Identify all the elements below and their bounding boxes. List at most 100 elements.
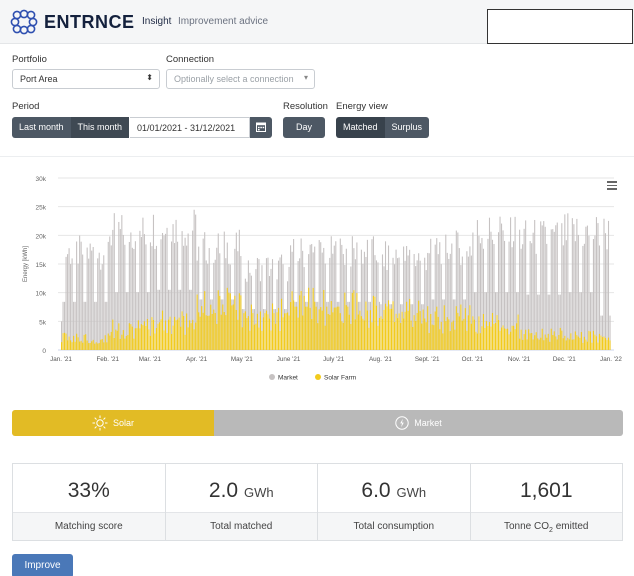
this-month-button[interactable]: This month [70, 117, 130, 138]
solar-bar [360, 316, 362, 350]
solar-bar [540, 337, 542, 350]
solar-bar [466, 330, 468, 350]
solar-bar [86, 340, 88, 350]
improve-button[interactable]: Improve [12, 554, 73, 576]
market-bar [555, 225, 557, 350]
solar-bar [600, 335, 602, 350]
x-tick-label: Sept. '21 [415, 356, 440, 363]
solar-bar [256, 313, 258, 350]
solar-bar [525, 329, 527, 350]
surplus-button[interactable]: Surplus [384, 117, 430, 138]
solar-bar [255, 323, 257, 350]
brand-name: ENTRNCE [44, 12, 135, 32]
market-bar [562, 245, 564, 350]
market-bar [585, 226, 587, 350]
matched-button[interactable]: Matched [336, 117, 385, 138]
x-tick-label: Apr. '21 [186, 356, 208, 363]
solar-bar [531, 333, 533, 350]
solar-bar [208, 315, 210, 350]
solar-bar [329, 314, 331, 350]
solar-bar [315, 306, 317, 350]
tab-solar[interactable]: Solar [12, 410, 214, 436]
solar-bar [552, 335, 554, 350]
solar-bar [433, 325, 435, 350]
x-tick-label: Jan. '21 [50, 356, 72, 363]
calendar-icon [256, 122, 266, 132]
calendar-button[interactable] [250, 117, 272, 138]
solar-bar [181, 311, 183, 350]
stat-label: Tonne CO2 emitted [470, 512, 622, 540]
solar-bar [98, 342, 100, 350]
solar-bar [422, 309, 424, 350]
solar-bar [473, 319, 475, 350]
solar-bar [485, 321, 488, 350]
solar-bar [241, 327, 243, 350]
chart-menu-icon[interactable] [607, 181, 617, 190]
connection-select[interactable]: Optionally select a connection ▾ [166, 69, 315, 89]
solar-bar [160, 319, 162, 350]
solar-bar [514, 329, 516, 350]
solar-bar [332, 312, 334, 350]
solar-bar [335, 307, 337, 350]
nav-insight[interactable]: Insight [142, 16, 171, 27]
solar-bar [152, 320, 155, 350]
solar-bar [570, 333, 572, 350]
market-bar [519, 229, 521, 350]
solar-bar [119, 338, 121, 350]
x-tick-label: Aug. '21 [369, 356, 392, 363]
portfolio-select[interactable]: Port Area ⬍ [12, 69, 160, 89]
solar-bar [101, 339, 103, 350]
market-bar [549, 294, 551, 350]
nav-improvement-advice[interactable]: Improvement advice [178, 16, 268, 27]
solar-bar [262, 317, 265, 350]
solar-bar [133, 338, 135, 350]
solar-bar [70, 340, 72, 350]
user-box[interactable] [487, 9, 633, 44]
solar-bar [574, 331, 576, 350]
solar-bar [104, 335, 106, 350]
market-bar [89, 243, 91, 350]
solar-bar [378, 318, 381, 350]
period-buttons: Last month This month [12, 117, 130, 138]
x-tick-label: Nov. '21 [508, 356, 531, 363]
solar-bar [400, 323, 402, 350]
solar-bar [202, 312, 204, 350]
solar-bar [550, 328, 552, 350]
solar-bar [588, 330, 590, 350]
solar-bar [186, 313, 188, 350]
solar-bar [246, 318, 248, 350]
market-bar [119, 229, 121, 350]
date-range-input[interactable]: 01/01/2021 - 31/12/2021 [130, 117, 250, 138]
solar-bar [291, 291, 293, 350]
tab-market[interactable]: Market [214, 410, 623, 436]
solar-bar [71, 342, 73, 350]
solar-bar [603, 336, 605, 350]
solar-bar [285, 313, 287, 350]
solar-bar [270, 330, 272, 350]
y-tick-label: 15k [36, 262, 47, 269]
solar-bar [507, 328, 509, 350]
solar-bar [558, 334, 560, 350]
solar-bar [198, 312, 200, 350]
solar-bar [106, 342, 108, 350]
solar-bar [207, 315, 209, 350]
solar-bar [505, 328, 507, 350]
solar-bar [290, 302, 292, 350]
solar-bar [597, 342, 599, 350]
last-month-button[interactable]: Last month [12, 117, 71, 138]
solar-bar [210, 304, 212, 350]
market-bar [540, 221, 542, 350]
solar-bar [443, 305, 445, 350]
market-bar [546, 243, 548, 350]
solar-bar [282, 317, 284, 350]
stat-total-consumption: 6.0 GWh Total consumption [318, 464, 471, 540]
resolution-day-button[interactable]: Day [283, 117, 326, 138]
solar-bar [112, 319, 114, 350]
market-bar [91, 250, 93, 350]
tab-solar-label: Solar [112, 418, 134, 428]
solar-bar [544, 334, 546, 350]
period-label: Period [12, 101, 40, 112]
solar-bar [189, 320, 191, 350]
solar-bar [475, 331, 477, 350]
solar-bar [520, 329, 522, 350]
